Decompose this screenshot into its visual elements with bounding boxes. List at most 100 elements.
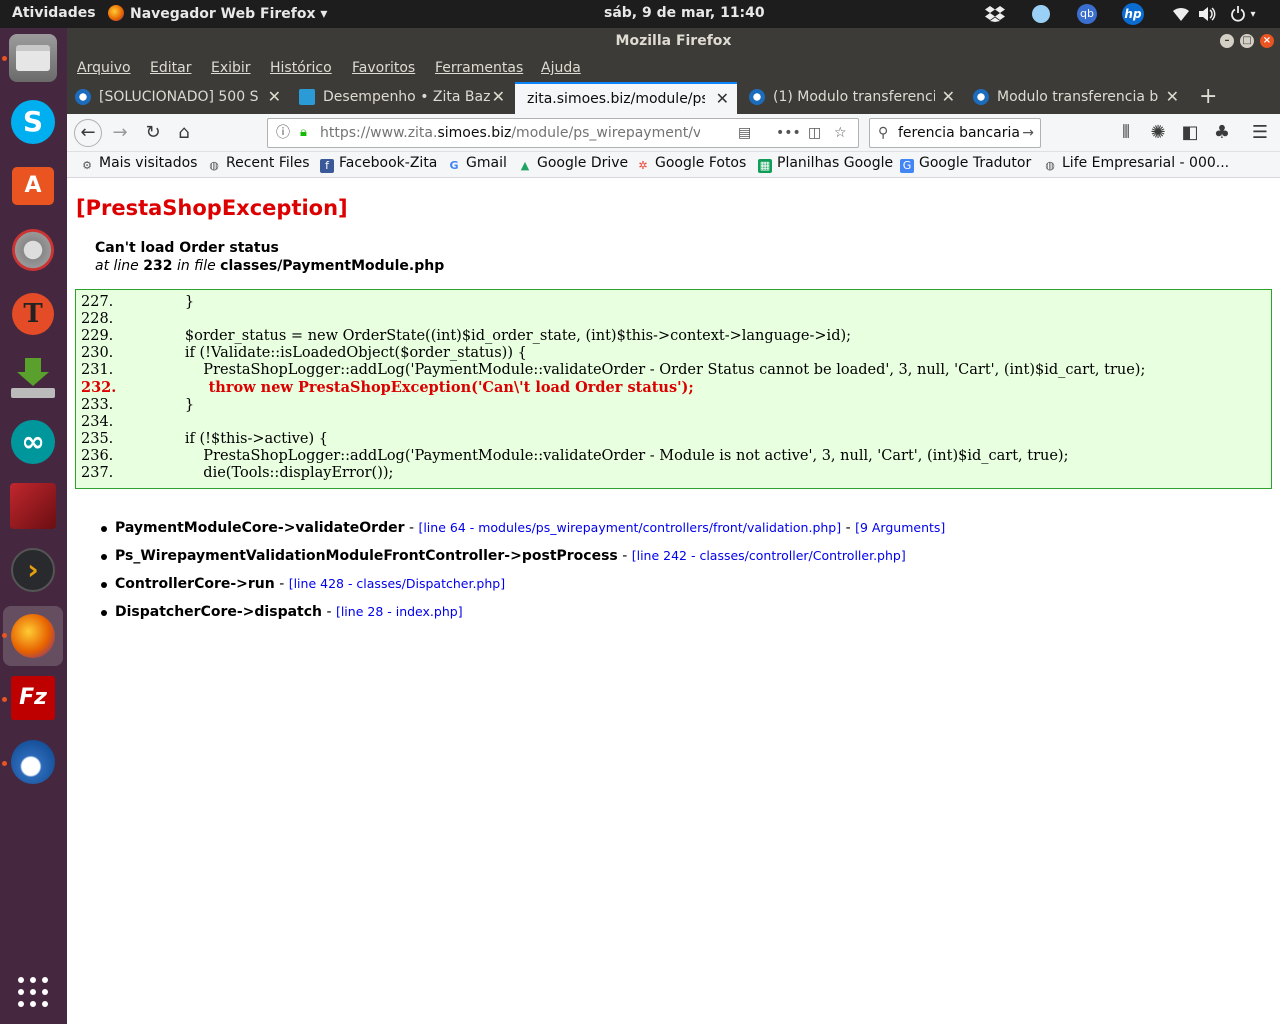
- volume-icon[interactable]: [1198, 4, 1218, 24]
- clock[interactable]: sáb, 9 de mar, 11:40: [604, 5, 765, 21]
- search-input[interactable]: ferencia bancaria: [898, 125, 1020, 141]
- menu-historico[interactable]: Histórico: [270, 60, 332, 76]
- bookmark-recent-files[interactable]: ◍ Recent Files: [207, 155, 309, 173]
- trace-file-link[interactable]: [line 28 - index.php]: [336, 604, 463, 619]
- menu-favoritos[interactable]: Favoritos: [352, 60, 415, 76]
- tab-solucionado[interactable]: [SOLUCIONADO] 500 Ser ✕: [67, 82, 289, 112]
- code-line: 231. PrestaShopLogger::addLog('PaymentMo…: [81, 362, 1271, 379]
- filezilla-icon[interactable]: Fz: [9, 674, 57, 722]
- code-line: 227. }: [81, 294, 1271, 311]
- trace-file-link[interactable]: [line 242 - classes/controller/Controlle…: [632, 548, 906, 563]
- page-actions-icon[interactable]: •••: [776, 119, 801, 147]
- wifi-icon[interactable]: [1172, 4, 1190, 24]
- bookmark-gmail[interactable]: G Gmail: [447, 155, 506, 173]
- home-button[interactable]: ⌂: [171, 121, 197, 145]
- line-number: 235.: [81, 430, 114, 447]
- bookmark-google-drive[interactable]: ▲ Google Drive: [518, 155, 628, 173]
- close-tab-icon[interactable]: ✕: [1166, 82, 1179, 112]
- bookmark-google-tradutor[interactable]: G Google Tradutor: [900, 155, 1031, 173]
- forum-favicon-icon: [973, 89, 989, 105]
- bookmark-star-icon[interactable]: ☆: [834, 119, 847, 147]
- hp-icon[interactable]: hp: [1120, 3, 1146, 25]
- close-tab-icon[interactable]: ✕: [716, 84, 729, 114]
- forward-button[interactable]: →: [107, 121, 133, 145]
- url-text[interactable]: https://www.zita.simoes.biz/module/ps_wi…: [320, 119, 700, 147]
- menu-ajuda[interactable]: Ajuda: [541, 60, 581, 76]
- menu-ferramentas[interactable]: Ferramentas: [435, 60, 523, 76]
- line-number: 228.: [81, 311, 114, 328]
- tab-active-module[interactable]: zita.simoes.biz/module/ps_ ✕: [515, 82, 737, 114]
- power-icon[interactable]: ▾: [1226, 4, 1260, 24]
- line-code: if (!$this->active) {: [148, 430, 328, 447]
- code-line: 237. die(Tools::displayError());: [81, 465, 1271, 482]
- photos-icon: ✲: [638, 159, 648, 172]
- app-grid-icon[interactable]: [9, 968, 57, 1016]
- close-tab-icon[interactable]: ✕: [942, 82, 955, 112]
- maximize-button[interactable]: □: [1240, 34, 1254, 48]
- qbittorrent-icon[interactable]: qb: [1076, 4, 1098, 24]
- gnome-extension-icon[interactable]: ♣: [1209, 121, 1235, 145]
- skype-icon[interactable]: S: [9, 98, 57, 146]
- system-settings-icon[interactable]: [9, 226, 57, 274]
- menu-bar: Arquivo Editar Exibir Histórico Favorito…: [67, 54, 1280, 82]
- code-line: 235. if (!$this->active) {: [81, 431, 1271, 448]
- blue-app-icon[interactable]: [1030, 4, 1052, 24]
- info-icon[interactable]: ⓘ: [276, 119, 290, 147]
- close-tab-icon[interactable]: ✕: [268, 82, 281, 112]
- trace-arguments-link[interactable]: [9 Arguments]: [855, 520, 945, 535]
- thunderbird-icon[interactable]: [9, 738, 57, 786]
- bookmark-google-fotos[interactable]: ✲ Google Fotos: [636, 155, 746, 173]
- menu-exibir[interactable]: Exibir: [211, 60, 251, 76]
- search-bar[interactable]: ⚲ ferencia bancaria →: [869, 118, 1041, 148]
- code-line: 229. $order_status = new OrderState((int…: [81, 328, 1271, 345]
- software-center-icon[interactable]: A: [9, 162, 57, 210]
- tab-bar: [SOLUCIONADO] 500 Ser ✕ Desempenho • Zit…: [67, 82, 1280, 114]
- reload-button[interactable]: ↻: [140, 121, 166, 145]
- bookmark-planilhas-google[interactable]: ▦ Planilhas Google: [758, 155, 893, 173]
- trace-file-link[interactable]: [line 428 - classes/Dispatcher.php]: [289, 576, 505, 591]
- url-bar[interactable]: ⓘ 🔒︎ https://www.zita.simoes.biz/module/…: [267, 118, 859, 148]
- code-line: 234.: [81, 414, 1271, 431]
- library-icon[interactable]: ⫴: [1113, 121, 1139, 145]
- trace-item: Ps_WirepaymentValidationModuleFrontContr…: [101, 548, 945, 576]
- firefox-launcher-icon[interactable]: [3, 606, 63, 666]
- line-code: throw new PrestaShopException('Can\'t lo…: [148, 379, 694, 397]
- line-number: 236.: [81, 447, 114, 464]
- arduino-icon[interactable]: ∞: [9, 418, 57, 466]
- bookmark-life-empresarial[interactable]: ◍ Life Empresarial - 000...: [1043, 155, 1229, 173]
- trace-function: Ps_WirepaymentValidationModuleFrontContr…: [115, 548, 618, 564]
- bookmark-mais-visitados[interactable]: ⚙ Mais visitados: [80, 155, 197, 173]
- activities-button[interactable]: Atividades: [12, 5, 96, 21]
- close-tab-icon[interactable]: ✕: [492, 82, 505, 112]
- minimize-button[interactable]: –: [1220, 34, 1234, 48]
- open-menu-icon[interactable]: ☰: [1247, 121, 1273, 145]
- app-menu[interactable]: Navegador Web Firefox ▾: [108, 5, 327, 22]
- code-line: 230. if (!Validate::isLoadedObject($orde…: [81, 345, 1271, 362]
- tab-modulo-transferencia-1[interactable]: (1) Modulo transferencia ✕: [741, 82, 963, 112]
- reader-view-icon[interactable]: ▤: [738, 119, 751, 147]
- new-tab-button[interactable]: +: [1199, 84, 1217, 109]
- window-title: Mozilla Firefox: [615, 33, 732, 49]
- files-icon[interactable]: [9, 34, 57, 82]
- close-window-button[interactable]: ×: [1260, 34, 1274, 48]
- sidebar-icon[interactable]: ◧: [1177, 121, 1203, 145]
- menu-editar[interactable]: Editar: [150, 60, 191, 76]
- menu-arquivo[interactable]: Arquivo: [77, 60, 131, 76]
- trace-file-link[interactable]: [line 64 - modules/ps_wirepayment/contro…: [418, 520, 841, 535]
- search-go-icon[interactable]: →: [1022, 119, 1034, 147]
- plex-icon[interactable]: ›: [9, 546, 57, 594]
- tab-modulo-transferencia-2[interactable]: Modulo transferencia ba ✕: [965, 82, 1187, 112]
- extension-icon[interactable]: ✺: [1145, 121, 1171, 145]
- lock-icon[interactable]: 🔒︎: [300, 119, 307, 147]
- dropbox-icon[interactable]: [984, 4, 1006, 24]
- bookmark-facebook-zita[interactable]: f Facebook-Zita: [320, 155, 437, 173]
- downloader-icon[interactable]: [9, 354, 57, 402]
- pocket-icon[interactable]: ◫: [808, 119, 821, 147]
- shark-video-icon[interactable]: [9, 482, 57, 530]
- typora-icon[interactable]: T: [9, 290, 57, 338]
- code-line: 233. }: [81, 397, 1271, 414]
- tab-desempenho[interactable]: Desempenho • Zita Bazar ✕: [291, 82, 513, 112]
- line-number: 231.: [81, 362, 114, 379]
- back-button[interactable]: ←: [74, 119, 102, 147]
- system-top-bar: Atividades Navegador Web Firefox ▾ sáb, …: [0, 0, 1280, 28]
